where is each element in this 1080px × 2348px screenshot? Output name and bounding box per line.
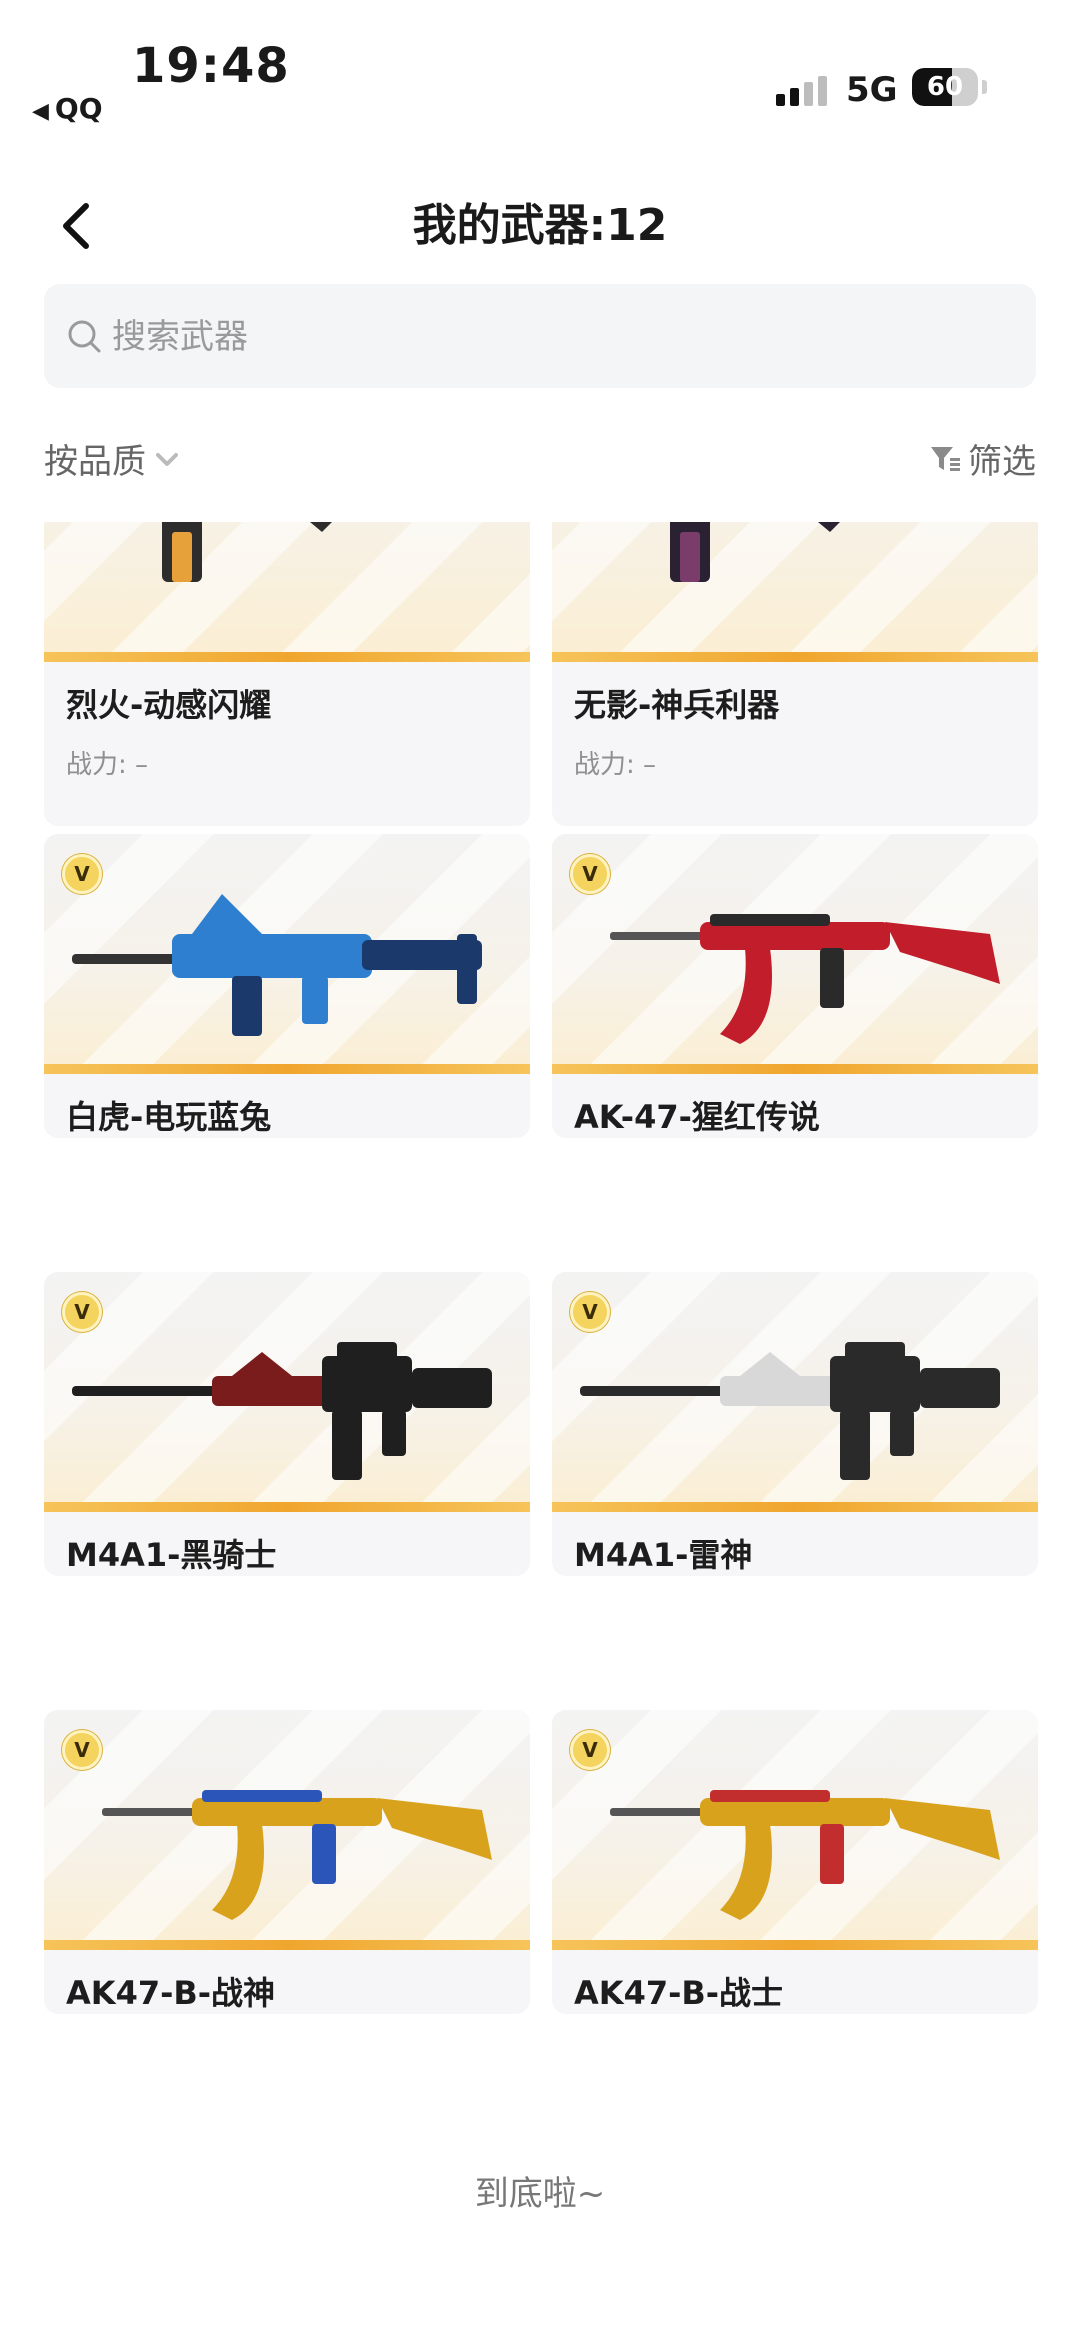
filter-label: 筛选 <box>968 442 1036 482</box>
ak-icon <box>610 1790 1000 1920</box>
chevron-down-icon <box>156 452 178 466</box>
weapon-card[interactable]: V 白虎-电玩蓝兔 战力: – <box>44 834 530 1138</box>
weapon-card[interactable]: 烈火-动感闪耀 战力: – <box>44 522 530 826</box>
weapon-name: M4A1-黑骑士 <box>66 1536 277 1574</box>
weapon-card[interactable]: V AK47-B-战神 战力: – <box>44 1710 530 2014</box>
weapon-name: M4A1-雷神 <box>574 1536 753 1574</box>
gun-icon <box>162 522 332 582</box>
back-to-app-link[interactable]: ◀ QQ <box>32 92 103 125</box>
back-button[interactable] <box>50 196 110 256</box>
battery-nub <box>982 80 987 94</box>
weapon-grid[interactable]: 烈火-动感闪耀 战力: – 无影-神兵利器 战力: – V 白虎-电玩蓝兔 V … <box>0 522 1080 2112</box>
status-bar: 19:48 ◀ QQ 5G 60 <box>0 0 1080 140</box>
back-app-label: QQ <box>54 92 103 125</box>
weapon-image <box>44 522 530 662</box>
weapon-name: AK-47-猩红传说 <box>574 1098 820 1136</box>
weapon-card[interactable]: V AK47-B-战士 战力: – <box>552 1710 1038 2014</box>
ak-icon <box>610 914 1000 1044</box>
back-triangle-icon: ◀ <box>32 99 49 124</box>
chevron-left-icon <box>63 203 89 249</box>
weapon-card[interactable]: V M4A1-黑骑士 战力: – <box>44 1272 530 1576</box>
sort-label: 按品质 <box>44 442 146 482</box>
rifle-icon <box>72 894 482 1036</box>
status-time: 19:48 <box>132 38 290 94</box>
weapon-image: V <box>44 834 530 1074</box>
weapon-image: V <box>552 1272 1038 1512</box>
battery-level: 60 <box>926 72 964 102</box>
page-title: 我的武器:12 <box>412 200 668 251</box>
ak-icon <box>102 1790 492 1920</box>
gun-icon <box>670 522 840 582</box>
list-end-text: 到底啦~ <box>474 2174 606 2214</box>
search-icon <box>68 320 101 353</box>
filter-button[interactable]: 筛选 <box>928 434 1036 483</box>
weapon-image: V <box>44 1710 530 1950</box>
weapon-power: 战力: – <box>66 750 149 780</box>
m4-icon <box>580 1342 1000 1480</box>
weapon-image <box>552 522 1038 662</box>
search-bar[interactable] <box>44 284 1036 390</box>
weapon-card[interactable]: V M4A1-雷神 战力: – <box>552 1272 1038 1576</box>
signal-icon <box>776 74 832 106</box>
search-input[interactable] <box>110 284 994 390</box>
weapon-name: 白虎-电玩蓝兔 <box>66 1098 272 1136</box>
sort-by-quality-dropdown[interactable]: 按品质 <box>44 434 182 483</box>
weapon-card[interactable]: 无影-神兵利器 战力: – <box>552 522 1038 826</box>
weapon-image: V <box>552 1710 1038 1950</box>
weapon-name: 烈火-动感闪耀 <box>66 686 272 724</box>
weapon-power: 战力: – <box>574 750 657 780</box>
weapon-name: 无影-神兵利器 <box>574 686 780 724</box>
filter-icon <box>931 446 960 471</box>
weapon-image: V <box>44 1272 530 1512</box>
network-type: 5G <box>846 70 898 110</box>
weapon-image: V <box>552 834 1038 1074</box>
weapon-card[interactable]: V AK-47-猩红传说 战力: – <box>552 834 1038 1138</box>
battery-icon: 60 <box>912 68 978 106</box>
m4-icon <box>72 1342 492 1480</box>
weapon-name: AK47-B-战士 <box>574 1974 784 2012</box>
weapon-name: AK47-B-战神 <box>66 1974 276 2012</box>
